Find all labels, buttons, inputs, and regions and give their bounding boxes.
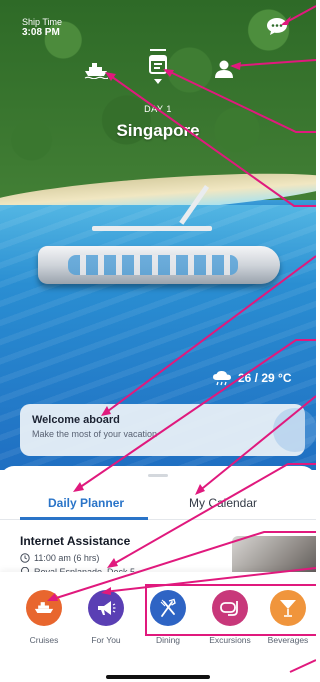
cloud-rain-icon xyxy=(213,370,231,386)
itinerary-calendar-button[interactable] xyxy=(146,48,170,88)
nav-label-excursions: Excursions xyxy=(209,635,251,645)
nav-label-beverages: Beverages xyxy=(267,635,309,645)
weather-readout: 26 / 29 °C xyxy=(212,370,292,386)
sheet-grabber[interactable] xyxy=(148,474,168,477)
nav-label-dining: Dining xyxy=(155,635,181,645)
chat-button[interactable] xyxy=(266,16,288,38)
nav-label-for-you: For You xyxy=(91,635,121,645)
event-time: 11:00 am (6 hrs) xyxy=(34,553,100,563)
dining-circle xyxy=(150,590,186,626)
ship-time-label: Ship Time xyxy=(22,17,63,27)
nav-item-cruises[interactable]: Cruises xyxy=(16,590,72,645)
profile-button[interactable] xyxy=(212,58,236,80)
person-icon xyxy=(215,60,233,78)
hero-scene: Ship Time 3:08 PM DAY 1 Singapore 26 / 2… xyxy=(0,0,316,470)
snorkel-mask-icon xyxy=(220,601,238,616)
tab-my-calendar[interactable]: My Calendar xyxy=(189,496,257,510)
cruise-ship-icon xyxy=(34,602,54,613)
welcome-title: Welcome aboard xyxy=(32,414,120,426)
active-tab-indicator xyxy=(20,517,148,520)
chat-bubble-icon xyxy=(267,18,287,35)
cocktail-glass-icon xyxy=(280,600,296,617)
nav-item-beverages[interactable]: Beverages xyxy=(260,590,316,645)
ship-time: Ship Time 3:08 PM xyxy=(22,17,62,38)
home-indicator xyxy=(106,675,210,679)
day-label: DAY 1 xyxy=(144,104,172,114)
nav-item-excursions[interactable]: Excursions xyxy=(202,590,258,645)
cruise-details-button[interactable] xyxy=(84,60,108,80)
chevron-down-icon xyxy=(154,79,162,84)
fork-knife-icon xyxy=(160,598,176,617)
excursions-circle xyxy=(212,590,248,626)
info-decoration xyxy=(273,408,316,452)
event-name: Internet Assistance xyxy=(20,534,131,548)
port-name: Singapore xyxy=(116,121,200,140)
clock-icon xyxy=(20,553,30,563)
app-screen: Ship Time 3:08 PM DAY 1 Singapore 26 / 2… xyxy=(0,0,316,682)
tab-daily-planner[interactable]: Daily Planner xyxy=(48,496,124,510)
cruise-ship-icon xyxy=(84,63,108,79)
calendar-icon xyxy=(149,49,167,84)
planner-event[interactable]: Internet Assistance 11:00 am (6 hrs) Roy… xyxy=(20,534,220,577)
ship-time-value: 3:08 PM xyxy=(22,27,60,38)
for-you-circle xyxy=(88,590,124,626)
cruise-ship-illustration xyxy=(38,246,280,284)
bottom-navigation: Cruises For You Dining Excursions Bevera… xyxy=(0,572,316,682)
welcome-subtitle: Make the most of your vacation xyxy=(32,429,158,439)
nav-item-for-you[interactable]: For You xyxy=(78,590,134,645)
nav-item-dining[interactable]: Dining xyxy=(140,590,196,645)
temperature: 26 / 29 °C xyxy=(238,371,292,385)
cruises-circle xyxy=(26,590,62,626)
beverages-circle xyxy=(270,590,306,626)
welcome-card[interactable]: Welcome aboard Make the most of your vac… xyxy=(20,404,316,456)
pier-illustration xyxy=(92,226,212,231)
nav-label-cruises: Cruises xyxy=(29,635,59,645)
megaphone-icon xyxy=(98,601,116,615)
planner-tabs: Daily Planner My Calendar xyxy=(0,490,316,520)
event-time-row: 11:00 am (6 hrs) xyxy=(20,553,220,563)
